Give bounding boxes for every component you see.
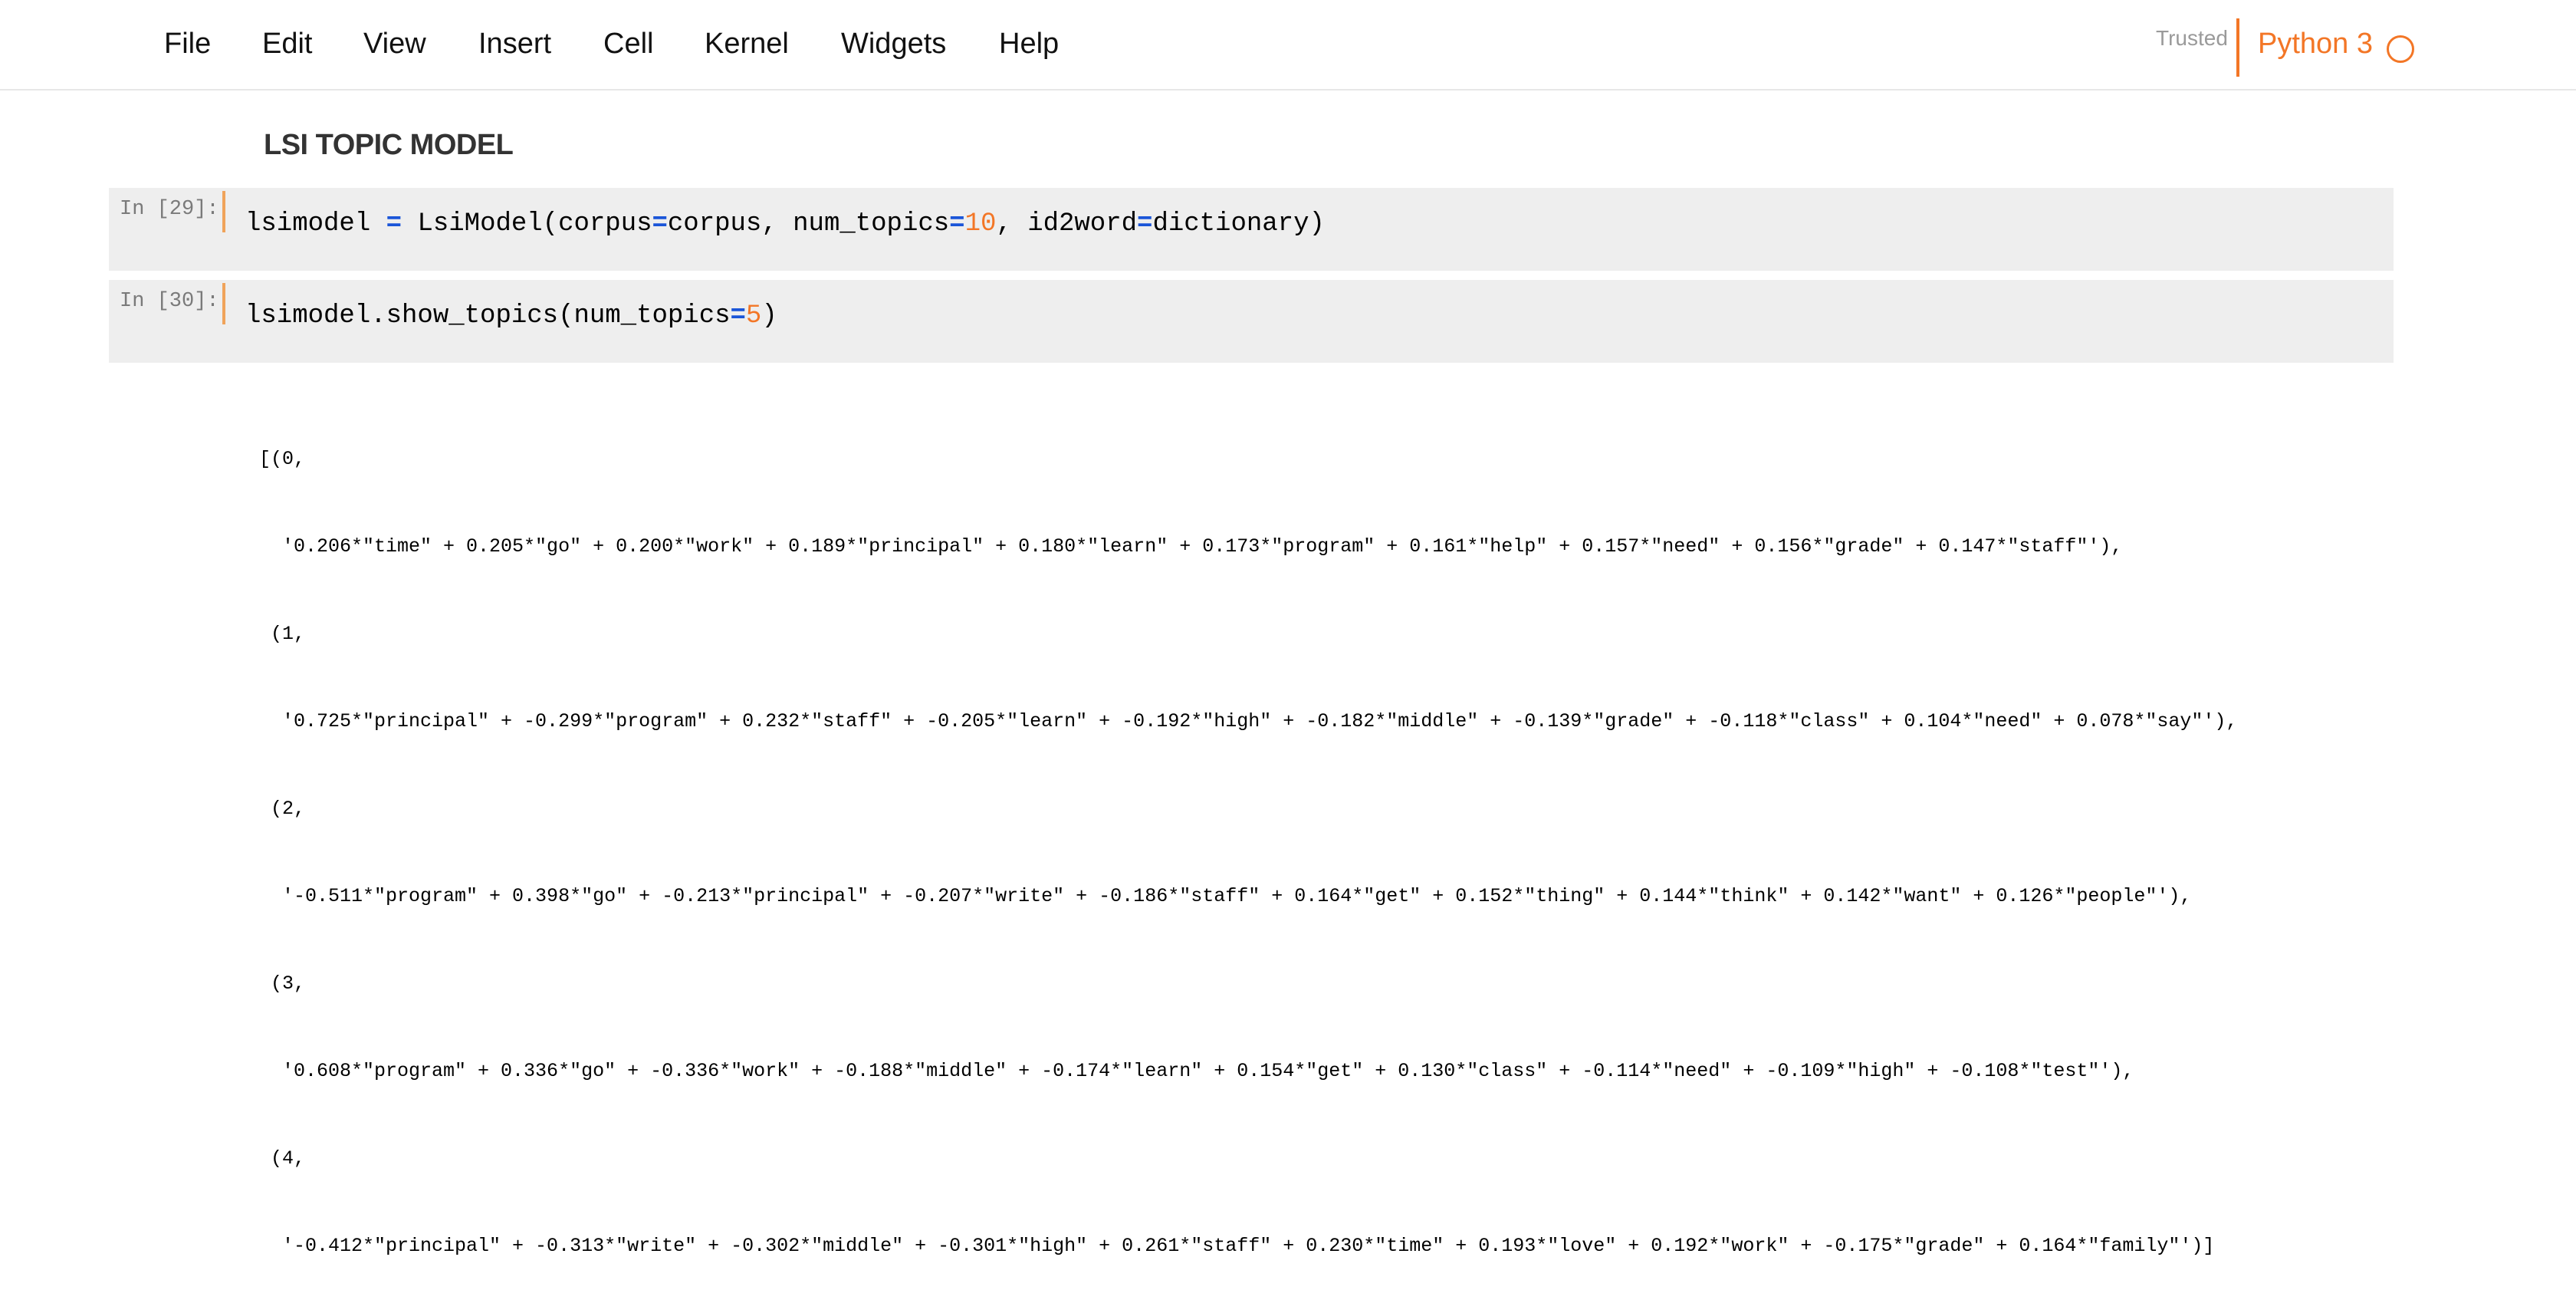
cell-prompt-marker [222, 283, 225, 324]
output-line: '0.206*"time" + 0.205*"go" + 0.200*"work… [259, 535, 2123, 558]
menu-bar: File Edit View Insert Cell Kernel Widget… [0, 0, 2576, 90]
output-line: '-0.412*"principal" + -0.313*"write" + -… [259, 1235, 2215, 1257]
kernel-idle-icon [2387, 35, 2414, 63]
menu-view[interactable]: View [363, 28, 426, 61]
output-line: (1, [259, 623, 306, 645]
markdown-heading: LSI TOPIC MODEL [264, 129, 514, 161]
output-line: [(0, [259, 448, 306, 470]
output-line: '0.725*"principal" + -0.299*"program" + … [259, 710, 2238, 732]
output-line: (2, [259, 798, 306, 820]
code-input[interactable]: lsimodel = LsiModel(corpus=corpus, num_t… [245, 209, 1325, 239]
cell-prompt: In [30]: [120, 290, 219, 313]
kernel-divider [2236, 18, 2239, 77]
menu-insert[interactable]: Insert [478, 28, 551, 61]
menu-help[interactable]: Help [999, 28, 1059, 61]
menu-cell[interactable]: Cell [603, 28, 653, 61]
menu-file[interactable]: File [164, 28, 211, 61]
trusted-badge[interactable]: Trusted [2156, 26, 2228, 51]
menu-widgets[interactable]: Widgets [841, 28, 946, 61]
kernel-name[interactable]: Python 3 [2258, 28, 2373, 61]
cell-prompt-marker [222, 191, 225, 232]
output-line: '0.608*"program" + 0.336*"go" + -0.336*"… [259, 1060, 2134, 1082]
menu-edit[interactable]: Edit [262, 28, 312, 61]
cell-prompt: In [29]: [120, 198, 219, 221]
cell-output: [(0, '0.206*"time" + 0.205*"go" + 0.200*… [259, 387, 2406, 1290]
output-line: (4, [259, 1147, 306, 1170]
output-line: (3, [259, 972, 306, 995]
output-line: '-0.511*"program" + 0.398*"go" + -0.213*… [259, 885, 2192, 907]
menu-kernel[interactable]: Kernel [705, 28, 789, 61]
code-input[interactable]: lsimodel.show_topics(num_topics=5) [245, 301, 777, 331]
